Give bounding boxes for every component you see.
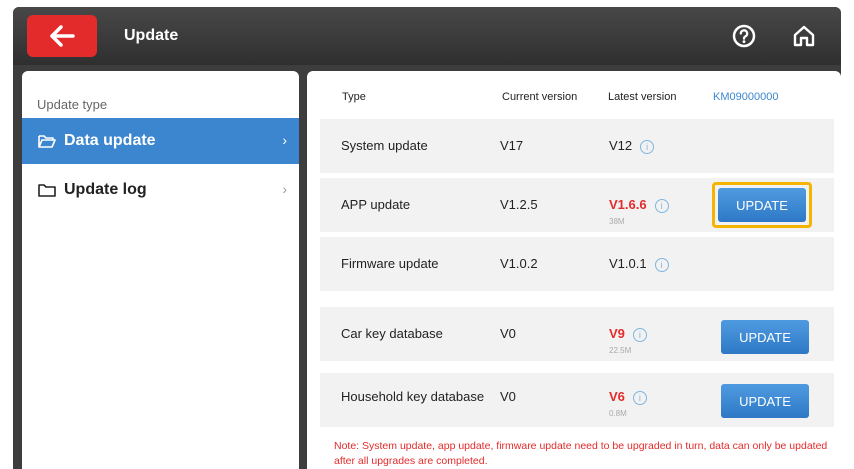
- latest-version: V1.0.1: [609, 256, 647, 271]
- update-type-label: Household key database: [341, 389, 485, 404]
- current-version: V0: [500, 326, 516, 341]
- page-title: Update: [124, 27, 179, 44]
- table-row: Car key database V0 V9 i 22.5M UPDATE: [320, 307, 834, 361]
- folder-open-icon: [38, 134, 56, 148]
- table-row: System update V17 V12 i: [320, 119, 834, 173]
- table-row: Household key database V0 V6 i 0.8M UPDAT…: [320, 373, 834, 427]
- update-note: Note: System update, app update, firmwar…: [334, 440, 828, 467]
- update-type-label: Firmware update: [341, 256, 439, 271]
- update-button[interactable]: UPDATE: [718, 188, 806, 222]
- latest-version: V12: [609, 138, 633, 153]
- chevron-right-icon: ›: [282, 132, 287, 148]
- current-version: V17: [500, 138, 524, 153]
- sidebar-item-label: Data update: [64, 132, 156, 149]
- update-size: 38M: [609, 217, 625, 226]
- app-frame: Update Update type Data update › Update …: [13, 7, 841, 469]
- folder-icon: [38, 183, 56, 197]
- sidebar-item-label: Update log: [64, 181, 147, 198]
- update-size: 0.8M: [609, 409, 627, 418]
- header-latest-version: Latest version: [608, 91, 677, 103]
- update-button[interactable]: UPDATE: [721, 320, 809, 354]
- table-row: APP update V1.2.5 V1.6.6 i 38M UPDATE: [320, 178, 834, 232]
- latest-version: V1.6.6: [609, 197, 647, 212]
- info-icon[interactable]: i: [632, 390, 647, 405]
- back-button[interactable]: [27, 15, 97, 57]
- latest-version: V9: [609, 326, 625, 341]
- latest-version: V6: [609, 389, 625, 404]
- info-icon[interactable]: i: [654, 257, 669, 272]
- chevron-right-icon: ›: [282, 181, 287, 197]
- title-bar: Update: [13, 7, 841, 65]
- current-version: V1.2.5: [500, 197, 538, 212]
- table-row: Firmware update V1.0.2 V1.0.1 i: [320, 237, 834, 291]
- current-version: V0: [500, 389, 516, 404]
- info-icon[interactable]: i: [632, 327, 647, 342]
- header-type: Type: [342, 91, 366, 103]
- update-table: Type Current version Latest version KM09…: [307, 71, 841, 469]
- sidebar-heading: Update type: [37, 97, 108, 112]
- update-size: 22.5M: [609, 346, 632, 355]
- update-button[interactable]: UPDATE: [721, 384, 809, 418]
- arrow-left-icon: [50, 25, 75, 47]
- update-type-label: Car key database: [341, 326, 443, 341]
- update-type-label: System update: [341, 138, 428, 153]
- sidebar-item-update-log[interactable]: Update log ›: [22, 167, 299, 213]
- update-type-label: APP update: [341, 197, 411, 212]
- current-version: V1.0.2: [500, 256, 538, 271]
- header-current-version: Current version: [502, 91, 578, 103]
- sidebar: Update type Data update › Update log ›: [22, 71, 299, 469]
- sidebar-item-data-update[interactable]: Data update ›: [22, 118, 299, 164]
- home-icon[interactable]: [791, 23, 817, 49]
- info-icon[interactable]: i: [654, 198, 669, 213]
- info-icon[interactable]: i: [640, 139, 655, 154]
- help-circle-icon[interactable]: [731, 23, 757, 49]
- device-serial: KM09000000: [713, 91, 779, 103]
